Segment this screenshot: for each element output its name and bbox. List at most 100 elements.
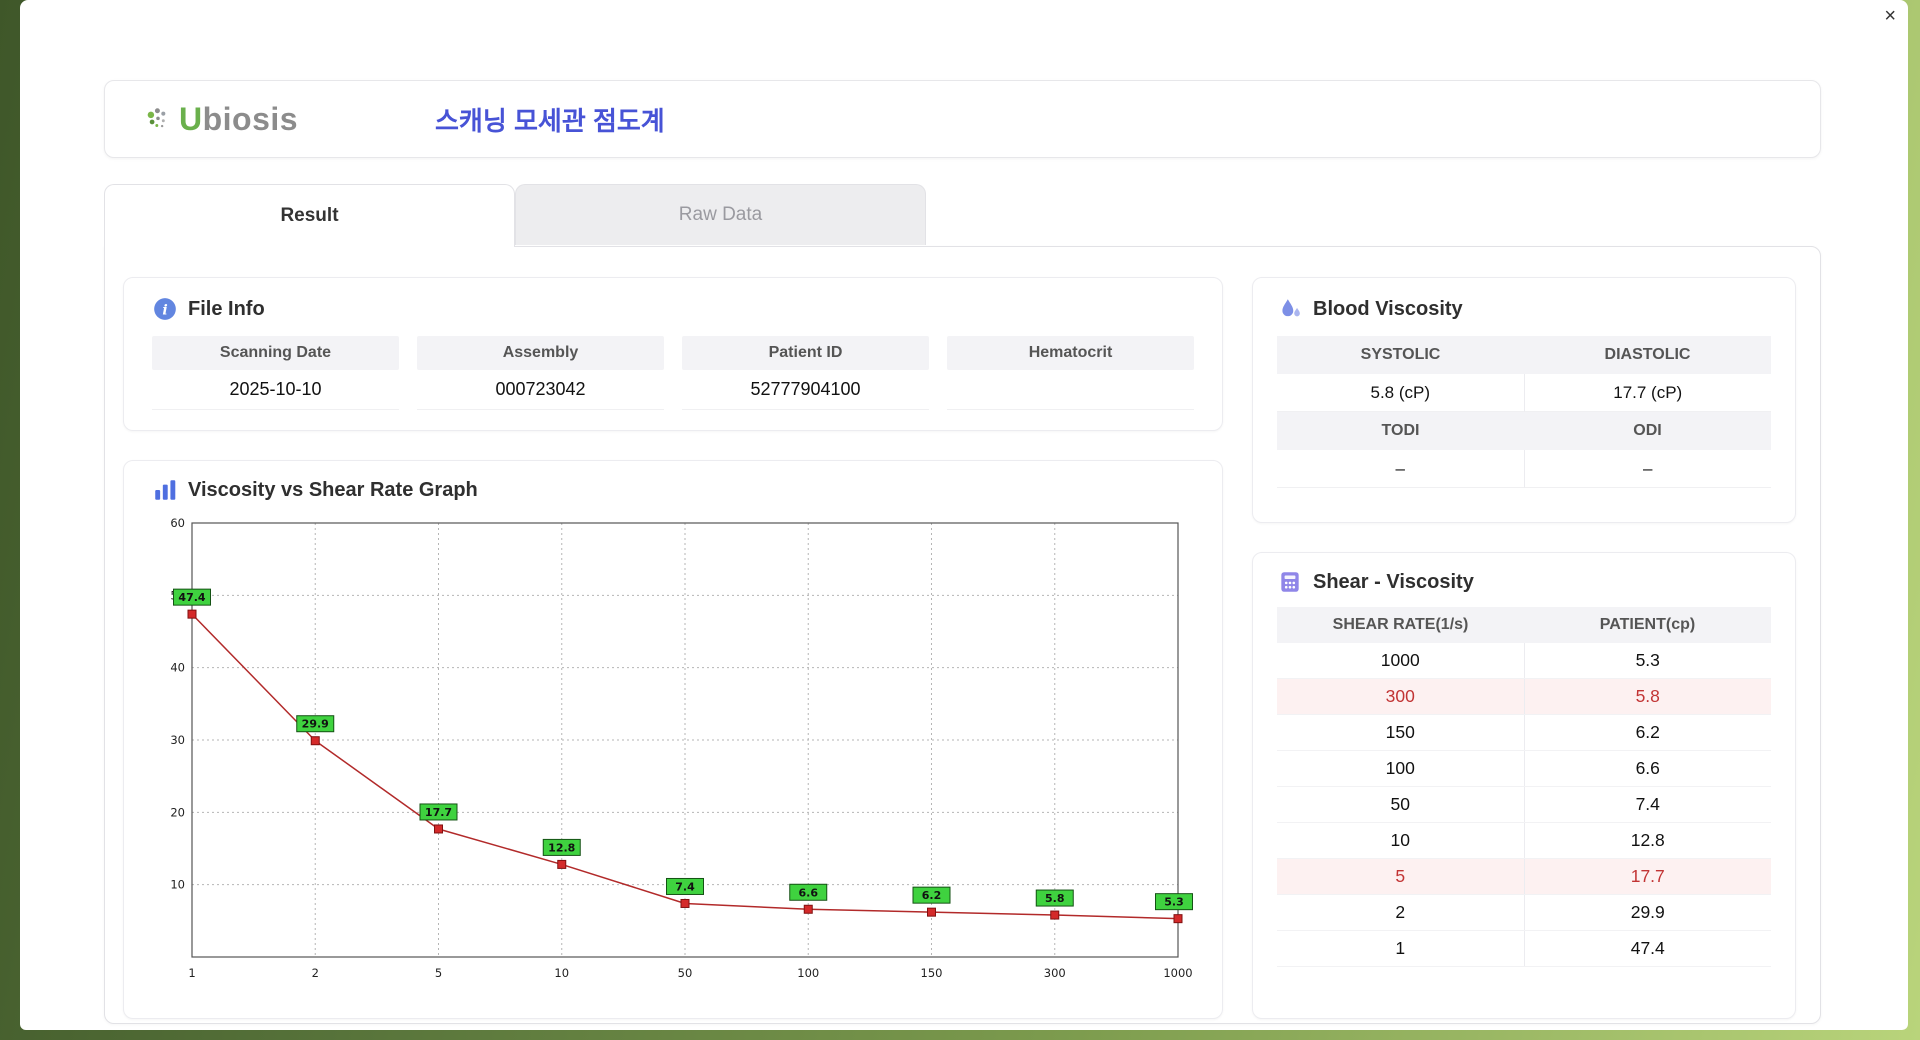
file-info-header: i File Info bbox=[152, 296, 1194, 322]
table-row: 150 6.2 bbox=[1277, 715, 1771, 751]
header-card: Ubiosis 스캐닝 모세관 점도계 bbox=[104, 80, 1821, 158]
desktop-background: × Ubiosis 스캐닝 모세관 점도계 Result Raw Data i … bbox=[0, 0, 1920, 1040]
page-title: 스캐닝 모세관 점도계 bbox=[435, 105, 665, 136]
file-info-fields: Scanning Date 2025-10-10 Assembly 000723… bbox=[152, 336, 1194, 410]
shear-rate-value: 5 bbox=[1395, 866, 1406, 886]
table-row: 50 7.4 bbox=[1277, 787, 1771, 823]
odi-header: ODI bbox=[1633, 422, 1662, 439]
svg-text:300: 300 bbox=[1044, 966, 1066, 980]
todi-value: – bbox=[1277, 450, 1524, 488]
svg-text:47.4: 47.4 bbox=[178, 591, 205, 604]
systolic-header: SYSTOLIC bbox=[1360, 346, 1441, 363]
svg-text:2: 2 bbox=[312, 966, 319, 980]
blood-viscosity-table: SYSTOLIC DIASTOLIC 5.8 (cP) 17.7 (cP) TO… bbox=[1277, 336, 1771, 488]
bar-chart-icon bbox=[152, 477, 178, 503]
patient-viscosity-value: 12.8 bbox=[1523, 823, 1772, 858]
shear-rate-value: 150 bbox=[1385, 722, 1415, 742]
svg-text:30: 30 bbox=[170, 733, 185, 747]
shear-viscosity-card: Shear - Viscosity SHEAR RATE(1/s) PATIEN… bbox=[1252, 552, 1796, 1019]
patient-viscosity-value: 47.4 bbox=[1523, 931, 1772, 966]
close-icon[interactable]: × bbox=[1880, 2, 1900, 30]
table-row: TODI ODI bbox=[1277, 412, 1771, 450]
svg-text:1: 1 bbox=[188, 966, 195, 980]
table-row: 1 47.4 bbox=[1277, 931, 1771, 967]
field-value bbox=[947, 370, 1194, 410]
tab-bar: Result Raw Data bbox=[104, 184, 926, 247]
shear-viscosity-column-headers: SHEAR RATE(1/s) PATIENT(cp) bbox=[1277, 607, 1771, 643]
shear-viscosity-rows: 1000 5.3 300 5.8 150 6.2 100 6.6 50 7.4 10 12.8 5 17.… bbox=[1277, 643, 1771, 967]
patient-viscosity-value: 6.6 bbox=[1523, 751, 1772, 786]
table-row: 5.8 (cP) 17.7 (cP) bbox=[1277, 374, 1771, 412]
logo-leaf-icon bbox=[145, 106, 171, 132]
svg-text:10: 10 bbox=[554, 966, 569, 980]
table-row: – – bbox=[1277, 450, 1771, 488]
blood-viscosity-title: Blood Viscosity bbox=[1313, 297, 1463, 320]
shear-rate-value: 1000 bbox=[1380, 650, 1420, 670]
patient-viscosity-value: 29.9 bbox=[1523, 895, 1772, 930]
svg-text:10: 10 bbox=[170, 878, 185, 892]
viscosity-chart: 1251050100150300100010203040506047.429.9… bbox=[170, 516, 1193, 980]
patient-viscosity-value: 17.7 bbox=[1523, 859, 1772, 894]
logo-text: Ubiosis bbox=[179, 100, 299, 137]
svg-text:5: 5 bbox=[435, 966, 442, 980]
tab-raw-data-label: Raw Data bbox=[678, 204, 763, 225]
patient-viscosity-value: 5.3 bbox=[1523, 643, 1772, 678]
svg-text:29.9: 29.9 bbox=[302, 718, 329, 731]
table-row: 2 29.9 bbox=[1277, 895, 1771, 931]
graph-header: Viscosity vs Shear Rate Graph bbox=[152, 477, 1194, 503]
field-patient-id: Patient ID 52777904100 bbox=[682, 336, 929, 410]
shear-rate-value: 10 bbox=[1390, 830, 1410, 850]
svg-text:60: 60 bbox=[170, 516, 185, 530]
field-assembly: Assembly 000723042 bbox=[417, 336, 664, 410]
info-icon: i bbox=[152, 296, 178, 322]
field-scanning-date: Scanning Date 2025-10-10 bbox=[152, 336, 399, 410]
blood-drop-icon bbox=[1277, 296, 1303, 322]
svg-text:1000: 1000 bbox=[1163, 966, 1192, 980]
todi-header: TODI bbox=[1381, 422, 1420, 439]
field-label: Patient ID bbox=[682, 336, 929, 370]
patient-column-header: PATIENT(cp) bbox=[1599, 616, 1696, 633]
field-hematocrit: Hematocrit bbox=[947, 336, 1194, 410]
svg-text:40: 40 bbox=[170, 661, 185, 675]
shear-viscosity-title: Shear - Viscosity bbox=[1313, 570, 1474, 593]
field-label: Hematocrit bbox=[947, 336, 1194, 370]
svg-text:5.8: 5.8 bbox=[1045, 892, 1065, 905]
patient-viscosity-value: 6.2 bbox=[1523, 715, 1772, 750]
tab-raw-data[interactable]: Raw Data bbox=[515, 184, 926, 245]
field-value: 2025-10-10 bbox=[152, 370, 399, 410]
ubiosis-logo: Ubiosis bbox=[145, 101, 375, 138]
tab-result-label: Result bbox=[280, 205, 339, 226]
shear-rate-value: 2 bbox=[1395, 902, 1406, 922]
svg-text:12.8: 12.8 bbox=[548, 841, 575, 854]
blood-viscosity-header: Blood Viscosity bbox=[1277, 296, 1771, 322]
calculator-icon bbox=[1277, 569, 1303, 595]
svg-text:i: i bbox=[162, 302, 167, 318]
blood-viscosity-card: Blood Viscosity SYSTOLIC DIASTOLIC 5.8 (… bbox=[1252, 277, 1796, 523]
app-window: × Ubiosis 스캐닝 모세관 점도계 Result Raw Data i … bbox=[20, 0, 1908, 1030]
svg-text:6.2: 6.2 bbox=[922, 889, 942, 902]
patient-viscosity-value: 7.4 bbox=[1523, 787, 1772, 822]
table-row: 10 12.8 bbox=[1277, 823, 1771, 859]
svg-text:17.7: 17.7 bbox=[425, 806, 452, 819]
shear-rate-column-header: SHEAR RATE(1/s) bbox=[1332, 616, 1469, 633]
field-label: Scanning Date bbox=[152, 336, 399, 370]
svg-text:100: 100 bbox=[797, 966, 819, 980]
graph-card: Viscosity vs Shear Rate Graph 1 2 5 10 50 100… bbox=[123, 460, 1223, 1019]
odi-value: – bbox=[1523, 450, 1771, 488]
field-value: 52777904100 bbox=[682, 370, 929, 410]
systolic-value: 5.8 (cP) bbox=[1277, 374, 1524, 412]
file-info-title: File Info bbox=[188, 297, 265, 320]
table-row: 300 5.8 bbox=[1277, 679, 1771, 715]
patient-viscosity-value: 5.8 bbox=[1523, 679, 1772, 714]
table-row: 5 17.7 bbox=[1277, 859, 1771, 895]
svg-text:150: 150 bbox=[921, 966, 943, 980]
svg-text:7.4: 7.4 bbox=[675, 880, 695, 893]
svg-text:5.3: 5.3 bbox=[1164, 896, 1184, 909]
tab-result[interactable]: Result bbox=[104, 184, 515, 247]
svg-text:6.6: 6.6 bbox=[799, 886, 819, 899]
shear-rate-value: 100 bbox=[1385, 758, 1415, 778]
shear-viscosity-header: Shear - Viscosity bbox=[1277, 569, 1771, 595]
diastolic-value: 17.7 (cP) bbox=[1523, 374, 1771, 412]
field-value: 000723042 bbox=[417, 370, 664, 410]
shear-rate-value: 300 bbox=[1385, 686, 1415, 706]
